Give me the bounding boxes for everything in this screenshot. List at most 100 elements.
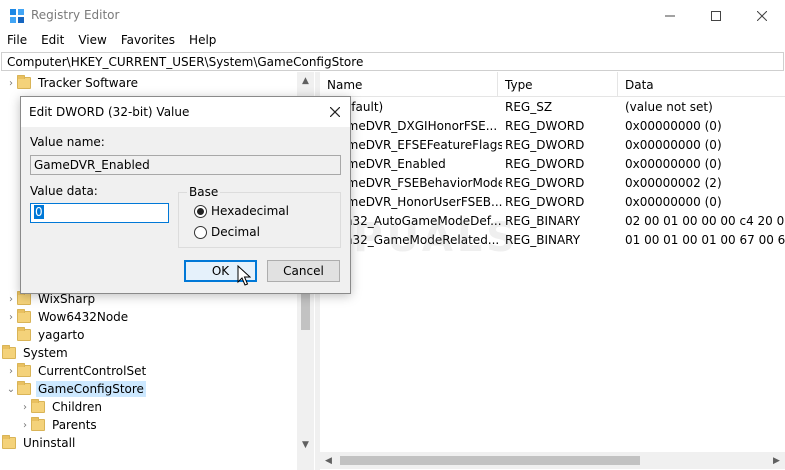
folder-icon <box>2 345 16 359</box>
value-name: GameDVR_EFSEFeatureFlags <box>330 138 502 152</box>
value-type: REG_DWORD <box>505 138 585 152</box>
value-data-text: 0 <box>34 205 44 219</box>
chevron-right-icon[interactable]: › <box>19 398 31 416</box>
chevron-right-icon[interactable]: › <box>19 416 31 434</box>
list-item[interactable]: GameDVR_DXGIHonorFSE... REG_DWORD 0x0000… <box>320 117 785 136</box>
tree-item[interactable]: ⌄ System <box>0 344 70 362</box>
value-data-label: Value data: <box>30 184 98 198</box>
list-header: Name Type Data <box>320 72 785 97</box>
tree-item-label: System <box>23 346 68 360</box>
menu-favorites[interactable]: Favorites <box>114 32 182 51</box>
tree-item[interactable]: › CurrentControlSet <box>5 362 148 380</box>
folder-icon <box>17 381 31 395</box>
address-bar[interactable]: Computer\HKEY_CURRENT_USER\System\GameCo… <box>1 52 784 71</box>
radio-hexadecimal-label: Hexadecimal <box>211 204 289 218</box>
value-name: GameDVR_HonorUserFSEB... <box>330 195 502 209</box>
window-title: Registry Editor <box>31 8 120 22</box>
tree-item-label: CurrentControlSet <box>38 364 147 378</box>
value-name: GameDVR_FSEBehaviorMode <box>330 176 502 190</box>
tree-item-label: Children <box>52 400 102 414</box>
menu-view[interactable]: View <box>71 32 113 51</box>
radio-hexadecimal[interactable]: Hexadecimal <box>194 204 289 218</box>
tree-item[interactable]: › Parents <box>19 416 99 434</box>
cancel-button[interactable]: Cancel <box>267 260 340 282</box>
value-type: REG_BINARY <box>505 214 581 228</box>
scroll-down-icon[interactable]: ▼ <box>297 436 314 453</box>
close-button[interactable] <box>739 0 785 32</box>
value-name: GameDVR_DXGIHonorFSE... <box>330 119 498 133</box>
folder-icon <box>17 363 31 377</box>
menu-help[interactable]: Help <box>182 32 223 51</box>
value-type: REG_DWORD <box>505 157 585 171</box>
list-item[interactable]: (Default) REG_SZ (value not set) <box>320 98 785 117</box>
value-name-label: Value name: <box>30 135 105 149</box>
menu-file[interactable]: File <box>0 32 34 51</box>
folder-icon <box>31 417 45 431</box>
close-icon <box>757 11 767 21</box>
chevron-right-icon[interactable]: › <box>5 308 17 326</box>
folder-icon <box>17 309 31 323</box>
chevron-right-icon[interactable]: › <box>5 74 17 92</box>
tree-item[interactable]: yagarto <box>5 326 86 344</box>
minimize-icon <box>665 15 675 17</box>
title-bar: Registry Editor <box>0 0 785 32</box>
list-item[interactable]: GameDVR_HonorUserFSEB... REG_DWORD 0x000… <box>320 193 785 212</box>
list-horizontal-scrollbar[interactable]: ◀ ▶ <box>320 452 785 469</box>
column-data[interactable]: Data <box>618 72 785 97</box>
value-data: 01 00 01 00 01 00 67 00 61 00 6 <box>625 233 785 247</box>
list-item[interactable]: GameDVR_Enabled REG_DWORD 0x00000000 (0) <box>320 155 785 174</box>
tree-item-label: Tracker Software <box>38 76 139 90</box>
scroll-up-icon[interactable]: ▲ <box>297 72 314 89</box>
edit-dword-dialog: Edit DWORD (32-bit) Value Value name: Ga… <box>20 96 351 294</box>
value-type: REG_SZ <box>505 100 553 114</box>
tree-item[interactable]: › Wow6432Node <box>5 308 130 326</box>
tree-item[interactable]: › Uninstall <box>0 434 77 452</box>
column-type[interactable]: Type <box>498 72 618 97</box>
list-item[interactable]: GameDVR_FSEBehaviorMode REG_DWORD 0x0000… <box>320 174 785 193</box>
folder-icon <box>17 327 31 341</box>
value-data: 02 00 01 00 00 00 c4 20 00 00 0 <box>625 214 785 228</box>
chevron-right-icon[interactable]: › <box>5 290 17 308</box>
tree-item[interactable]: › Tracker Software <box>5 74 140 92</box>
mouse-pointer-icon <box>237 264 252 290</box>
chevron-right-icon[interactable]: › <box>5 362 17 380</box>
folder-icon <box>31 399 45 413</box>
radio-decimal-label: Decimal <box>211 225 260 239</box>
values-list: Name Type Data (Default) REG_SZ (value n… <box>320 72 785 470</box>
value-data: 0x00000000 (0) <box>625 195 722 209</box>
maximize-button[interactable] <box>693 0 739 32</box>
base-label: Base <box>187 185 221 199</box>
close-icon <box>330 107 340 117</box>
dialog-close-button[interactable] <box>323 100 347 124</box>
value-data-input[interactable]: 0 <box>30 203 169 223</box>
scroll-right-icon[interactable]: ▶ <box>768 452 785 469</box>
value-name: GameDVR_Enabled <box>330 157 446 171</box>
tree-item-label: Uninstall <box>23 436 76 450</box>
radio-checked-icon[interactable] <box>194 204 207 218</box>
value-data: (value not set) <box>625 100 713 114</box>
scrollbar-thumb[interactable] <box>340 456 640 465</box>
dialog-body: Value name: GameDVR_Enabled Value data: … <box>21 127 350 293</box>
value-type: REG_DWORD <box>505 119 585 133</box>
chevron-down-icon[interactable]: ⌄ <box>5 380 17 398</box>
folder-icon <box>2 435 16 449</box>
tree-item-selected[interactable]: ⌄ GameConfigStore <box>5 380 146 398</box>
tree-item[interactable]: › Children <box>19 398 104 416</box>
value-data: 0x00000000 (0) <box>625 138 722 152</box>
tree-item-label: Parents <box>52 418 97 432</box>
tree-item-label: yagarto <box>38 328 85 342</box>
radio-unchecked-icon[interactable] <box>194 225 207 239</box>
value-data: 0x00000000 (0) <box>625 119 722 133</box>
registry-icon <box>9 8 25 24</box>
list-item[interactable]: GameDVR_EFSEFeatureFlags REG_DWORD 0x000… <box>320 136 785 155</box>
base-groupbox <box>178 192 341 248</box>
value-type: REG_DWORD <box>505 176 585 190</box>
radio-decimal[interactable]: Decimal <box>194 225 260 239</box>
menu-edit[interactable]: Edit <box>34 32 71 51</box>
minimize-button[interactable] <box>647 0 693 32</box>
value-data: 0x00000002 (2) <box>625 176 722 190</box>
value-data: 0x00000000 (0) <box>625 157 722 171</box>
scroll-left-icon[interactable]: ◀ <box>320 452 337 469</box>
column-name[interactable]: Name <box>320 72 498 97</box>
dialog-title: Edit DWORD (32-bit) Value <box>29 105 190 119</box>
